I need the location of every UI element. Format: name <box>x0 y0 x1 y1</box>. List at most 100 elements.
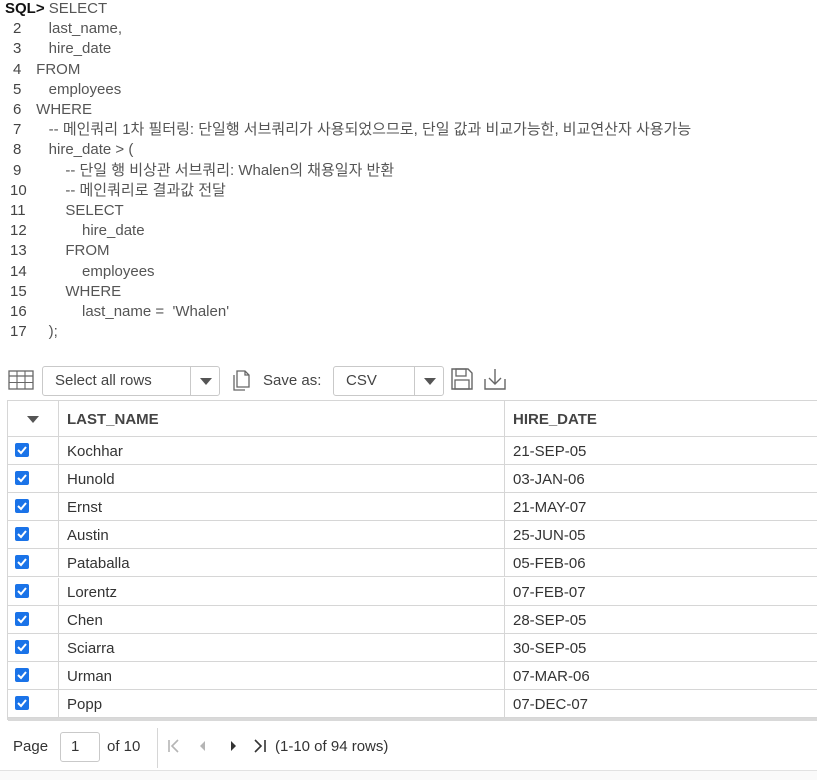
pagination-bar: Page 1 of 10 (1-10 of 94 rows) <box>0 724 817 770</box>
code-text: last_name, <box>32 20 123 38</box>
row-checkbox[interactable] <box>15 555 29 570</box>
cell-hire-date[interactable]: 30-SEP-05 <box>505 634 817 661</box>
cell-hire-date[interactable]: 07-MAR-06 <box>505 662 817 689</box>
table-row[interactable]: Austin 25-JUN-05 <box>8 521 817 550</box>
editor-line[interactable]: 5 employees <box>13 80 121 100</box>
editor-line[interactable]: SQL> SELECT <box>5 0 107 19</box>
cell-last-name[interactable]: Chen <box>59 605 505 633</box>
row-checkbox[interactable] <box>15 471 29 486</box>
row-checkbox[interactable] <box>15 611 29 626</box>
row-select-cell <box>8 605 59 633</box>
sql-editor[interactable]: SQL> SELECT 2 last_name, 3 hire_date 4 FROM… <box>0 0 817 352</box>
cell-last-name[interactable]: Sciarra <box>59 633 505 661</box>
row-select-cell <box>8 689 59 717</box>
line-number: 11 <box>10 202 26 219</box>
copy-icon[interactable] <box>229 368 253 392</box>
floppy-disk-icon[interactable] <box>450 367 474 391</box>
editor-line[interactable]: 2 last_name, <box>13 19 122 39</box>
grid-bottom-divider <box>8 718 817 721</box>
row-select-cell <box>8 465 59 493</box>
select-column-header[interactable] <box>8 401 59 437</box>
last-page-icon[interactable] <box>252 738 268 754</box>
row-checkbox[interactable] <box>15 639 29 654</box>
editor-line[interactable]: 15 WHERE <box>10 282 121 302</box>
download-icon[interactable] <box>483 367 507 391</box>
table-row[interactable]: Popp 07-DEC-07 <box>8 689 817 718</box>
line-number: 14 <box>10 262 27 280</box>
format-select-value: CSV <box>346 372 377 389</box>
cell-last-name[interactable]: Urman <box>59 661 505 689</box>
line-number: 13 <box>10 242 27 260</box>
row-checkbox[interactable] <box>15 695 29 710</box>
table-row[interactable]: Urman 07-MAR-06 <box>8 661 817 690</box>
column-header-last-name[interactable]: LAST_NAME <box>59 401 505 437</box>
row-checkbox[interactable] <box>15 443 29 457</box>
table-row[interactable]: Sciarra 30-SEP-05 <box>8 633 817 662</box>
table-grid-icon[interactable] <box>8 370 34 390</box>
cell-hire-date[interactable]: 21-MAY-07 <box>505 493 817 520</box>
cell-hire-date[interactable]: 07-DEC-07 <box>505 690 817 717</box>
editor-line[interactable]: 6 WHERE <box>13 100 92 120</box>
code-text: hire_date <box>32 40 112 58</box>
editor-line[interactable]: 3 hire_date <box>13 39 111 59</box>
cell-last-name[interactable]: Popp <box>59 689 505 717</box>
row-checkbox[interactable] <box>15 527 29 542</box>
code-text: last_name = 'Whalen' <box>32 303 230 320</box>
line-number: 12 <box>10 222 27 240</box>
cell-last-name[interactable]: Pataballa <box>59 549 505 577</box>
bottom-divider <box>0 770 817 780</box>
cell-last-name[interactable]: Austin <box>59 521 505 549</box>
table-row[interactable]: Lorentz 07-FEB-07 <box>8 577 817 606</box>
table-row[interactable]: Pataballa 05-FEB-06 <box>8 549 817 578</box>
editor-line[interactable]: 13 FROM <box>10 241 110 261</box>
grid-header: LAST_NAME HIRE_DATE <box>8 400 817 437</box>
code-text: FROM <box>32 242 110 260</box>
row-select-cell <box>8 493 59 521</box>
table-row[interactable]: Hunold 03-JAN-06 <box>8 465 817 494</box>
line-number: 10 <box>10 181 27 199</box>
row-select-cell <box>8 633 59 661</box>
row-checkbox[interactable] <box>15 583 29 598</box>
table-row[interactable]: Ernst 21-MAY-07 <box>8 493 817 522</box>
editor-line[interactable]: 11 SELECT <box>10 201 124 221</box>
cell-hire-date[interactable]: 25-JUN-05 <box>505 521 817 548</box>
editor-line[interactable]: 9 -- 단일 행 비상관 서브쿼리: Whalen의 채용일자 반환 <box>13 161 394 181</box>
cell-last-name[interactable]: Lorentz <box>59 577 505 605</box>
table-row[interactable]: Kochhar 21-SEP-05 <box>8 437 817 465</box>
cell-hire-date[interactable]: 28-SEP-05 <box>505 606 817 633</box>
cell-hire-date[interactable]: 03-JAN-06 <box>505 465 817 492</box>
editor-line[interactable]: 10 -- 메인쿼리로 결과값 전달 <box>10 181 226 201</box>
table-row[interactable]: Chen 28-SEP-05 <box>8 605 817 634</box>
row-select-dropdown[interactable]: Select all rows <box>42 366 220 396</box>
first-page-icon[interactable] <box>166 738 182 754</box>
editor-line[interactable]: 16 last_name = 'Whalen' <box>10 302 229 322</box>
cell-hire-date[interactable]: 05-FEB-06 <box>505 549 817 576</box>
save-as-label: Save as: <box>263 372 322 389</box>
next-page-icon[interactable] <box>225 738 241 754</box>
results-grid: LAST_NAME HIRE_DATE Kochhar 21-SEP-05 Huno… <box>7 400 817 721</box>
column-header-hire-date[interactable]: HIRE_DATE <box>505 401 817 437</box>
cell-hire-date[interactable]: 21-SEP-05 <box>505 437 817 464</box>
previous-page-icon[interactable] <box>195 738 211 754</box>
cell-last-name[interactable]: Ernst <box>59 493 505 521</box>
editor-line[interactable]: 7 -- 메인쿼리 1차 필터링: 단일행 서브쿼리가 사용되었으므로, 단일 … <box>13 120 691 140</box>
editor-line[interactable]: 4 FROM <box>13 60 80 80</box>
row-checkbox[interactable] <box>15 667 29 682</box>
line-number: 2 <box>13 20 22 38</box>
format-select-dropdown[interactable]: CSV <box>333 366 444 396</box>
editor-line[interactable]: 14 employees <box>10 262 155 282</box>
editor-line[interactable]: 8 hire_date > ( <box>13 140 133 160</box>
cell-last-name[interactable]: Kochhar <box>59 437 505 464</box>
line-number: 3 <box>13 40 22 58</box>
cell-hire-date[interactable]: 07-FEB-07 <box>505 578 817 605</box>
cell-last-name[interactable]: Hunold <box>59 465 505 493</box>
row-checkbox[interactable] <box>15 499 29 514</box>
page-count-label: of 10 <box>107 738 141 755</box>
chevron-down-icon <box>27 416 39 423</box>
line-number: 17 <box>10 323 27 341</box>
code-text: employees <box>32 262 155 280</box>
editor-line[interactable]: 17 ); <box>10 322 58 342</box>
code-text: -- 메인쿼리 1차 필터링: 단일행 서브쿼리가 사용되었으므로, 단일 값과… <box>32 121 692 139</box>
page-number-input[interactable]: 1 <box>60 732 100 762</box>
editor-line[interactable]: 12 hire_date <box>10 221 145 241</box>
